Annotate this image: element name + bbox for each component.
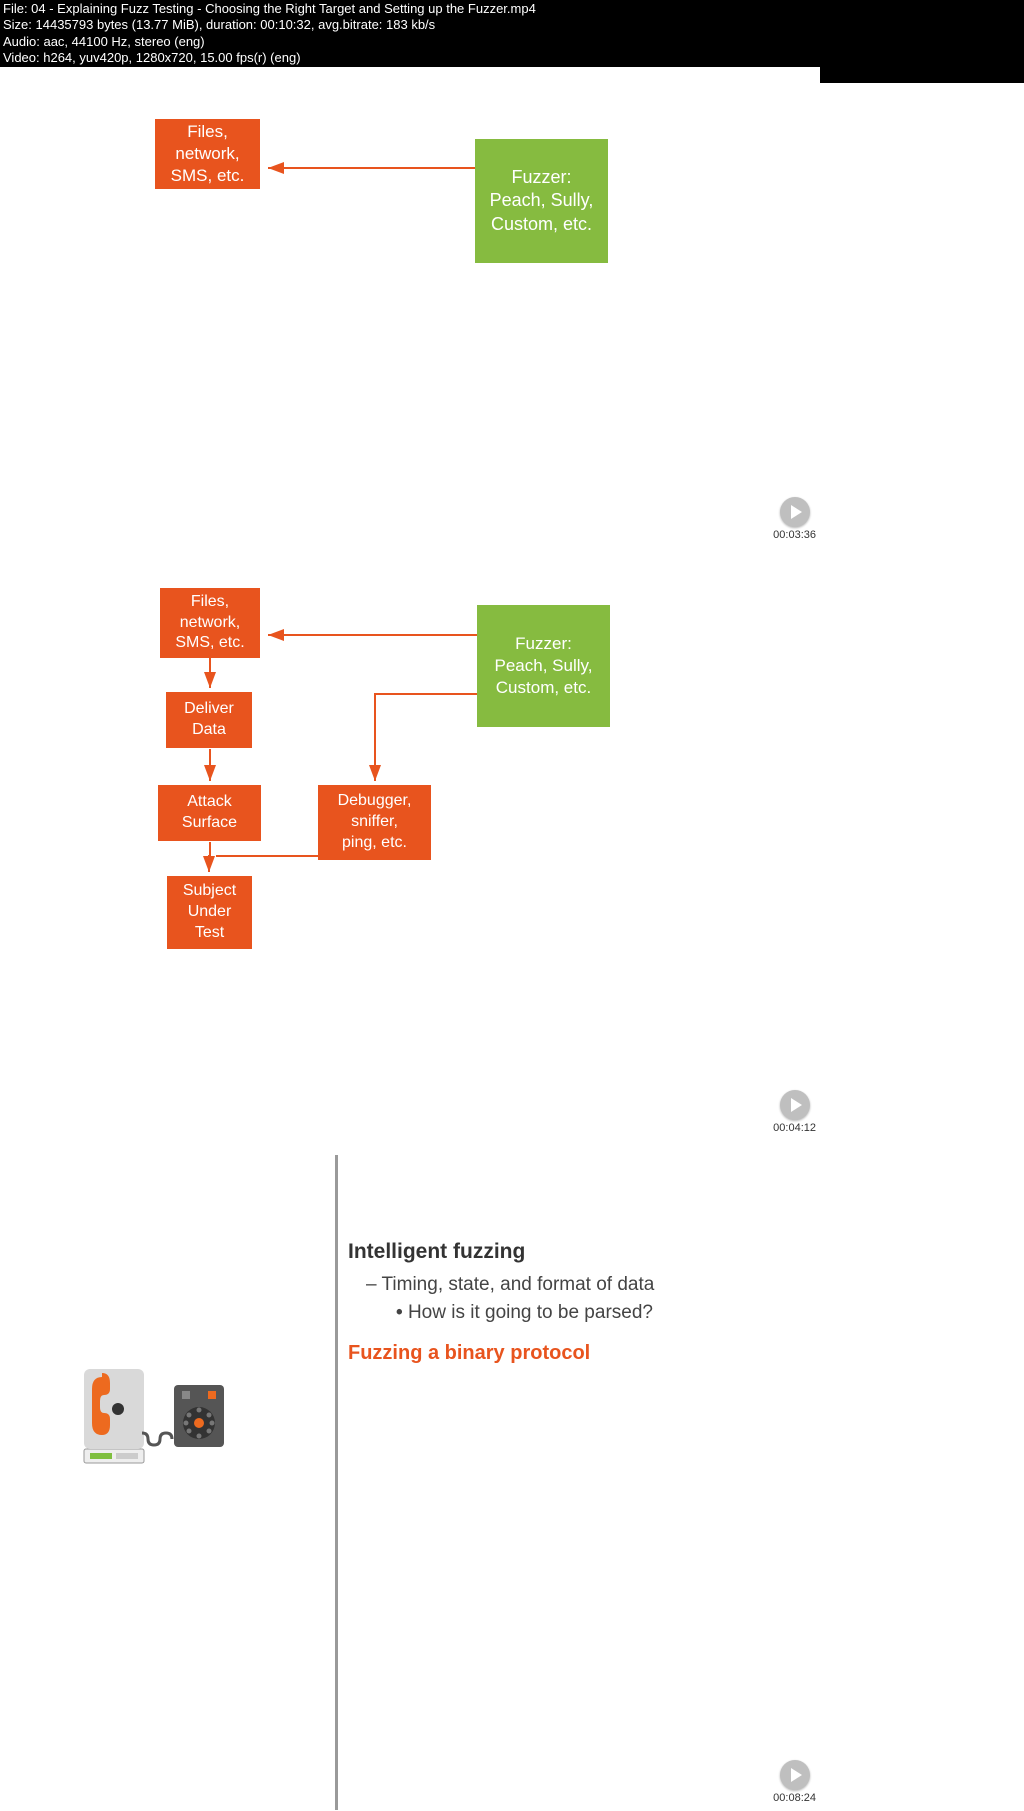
timestamp-1: 00:03:36 <box>773 529 816 541</box>
play-icon <box>780 1760 810 1790</box>
bullet-timing-state-format: Timing, state, and format of data <box>366 1274 808 1296</box>
box-deliver-data: Deliver Data <box>166 692 252 748</box>
meta-audio: Audio: aac, 44100 Hz, stereo (eng) <box>3 34 1021 50</box>
timestamp-3: 00:08:24 <box>773 1792 816 1804</box>
box-subject-under-test: Subject Under Test <box>167 876 252 949</box>
play-icon <box>780 1090 810 1120</box>
play-badge-1[interactable]: 00:03:36 <box>773 497 816 541</box>
timestamp-2: 00:04:12 <box>773 1122 816 1134</box>
heading-intelligent-fuzzing: Intelligent fuzzing <box>348 1240 808 1264</box>
thumbnail-frame-2: Files, network, SMS, etc. Fuzzer: Peach,… <box>0 560 820 1140</box>
meta-file: File: 04 - Explaining Fuzz Testing - Cho… <box>3 1 1021 17</box>
play-icon <box>780 497 810 527</box>
thumbnail-frame-3: Intelligent fuzzing Timing, state, and f… <box>0 1155 820 1810</box>
box-fuzzer: Fuzzer: Peach, Sully, Custom, etc. <box>475 139 608 263</box>
box-debugger-sniffer: Debugger, sniffer, ping, etc. <box>318 785 431 860</box>
box-files-network-sms: Files, network, SMS, etc. <box>155 119 260 189</box>
box-fuzzer: Fuzzer: Peach, Sully, Custom, etc. <box>477 605 610 727</box>
telephone-icon <box>78 1363 228 1478</box>
vertical-divider <box>335 1155 338 1810</box>
thumbnail-frame-1: Files, network, SMS, etc. Fuzzer: Peach,… <box>0 67 820 547</box>
slide-text: Intelligent fuzzing Timing, state, and f… <box>348 1240 808 1365</box>
bullet-how-parsed: How is it going to be parsed? <box>396 1302 808 1324</box>
meta-size: Size: 14435793 bytes (13.77 MiB), durati… <box>3 17 1021 33</box>
meta-video: Video: h264, yuv420p, 1280x720, 15.00 fp… <box>3 50 1021 66</box>
play-badge-2[interactable]: 00:04:12 <box>773 1090 816 1134</box>
play-badge-3[interactable]: 00:08:24 <box>773 1760 816 1804</box>
box-attack-surface: Attack Surface <box>158 785 261 841</box>
diagram-arrows-1 <box>0 67 820 547</box>
heading-fuzzing-binary-protocol: Fuzzing a binary protocol <box>348 1342 808 1365</box>
box-files-network-sms: Files, network, SMS, etc. <box>160 588 260 658</box>
